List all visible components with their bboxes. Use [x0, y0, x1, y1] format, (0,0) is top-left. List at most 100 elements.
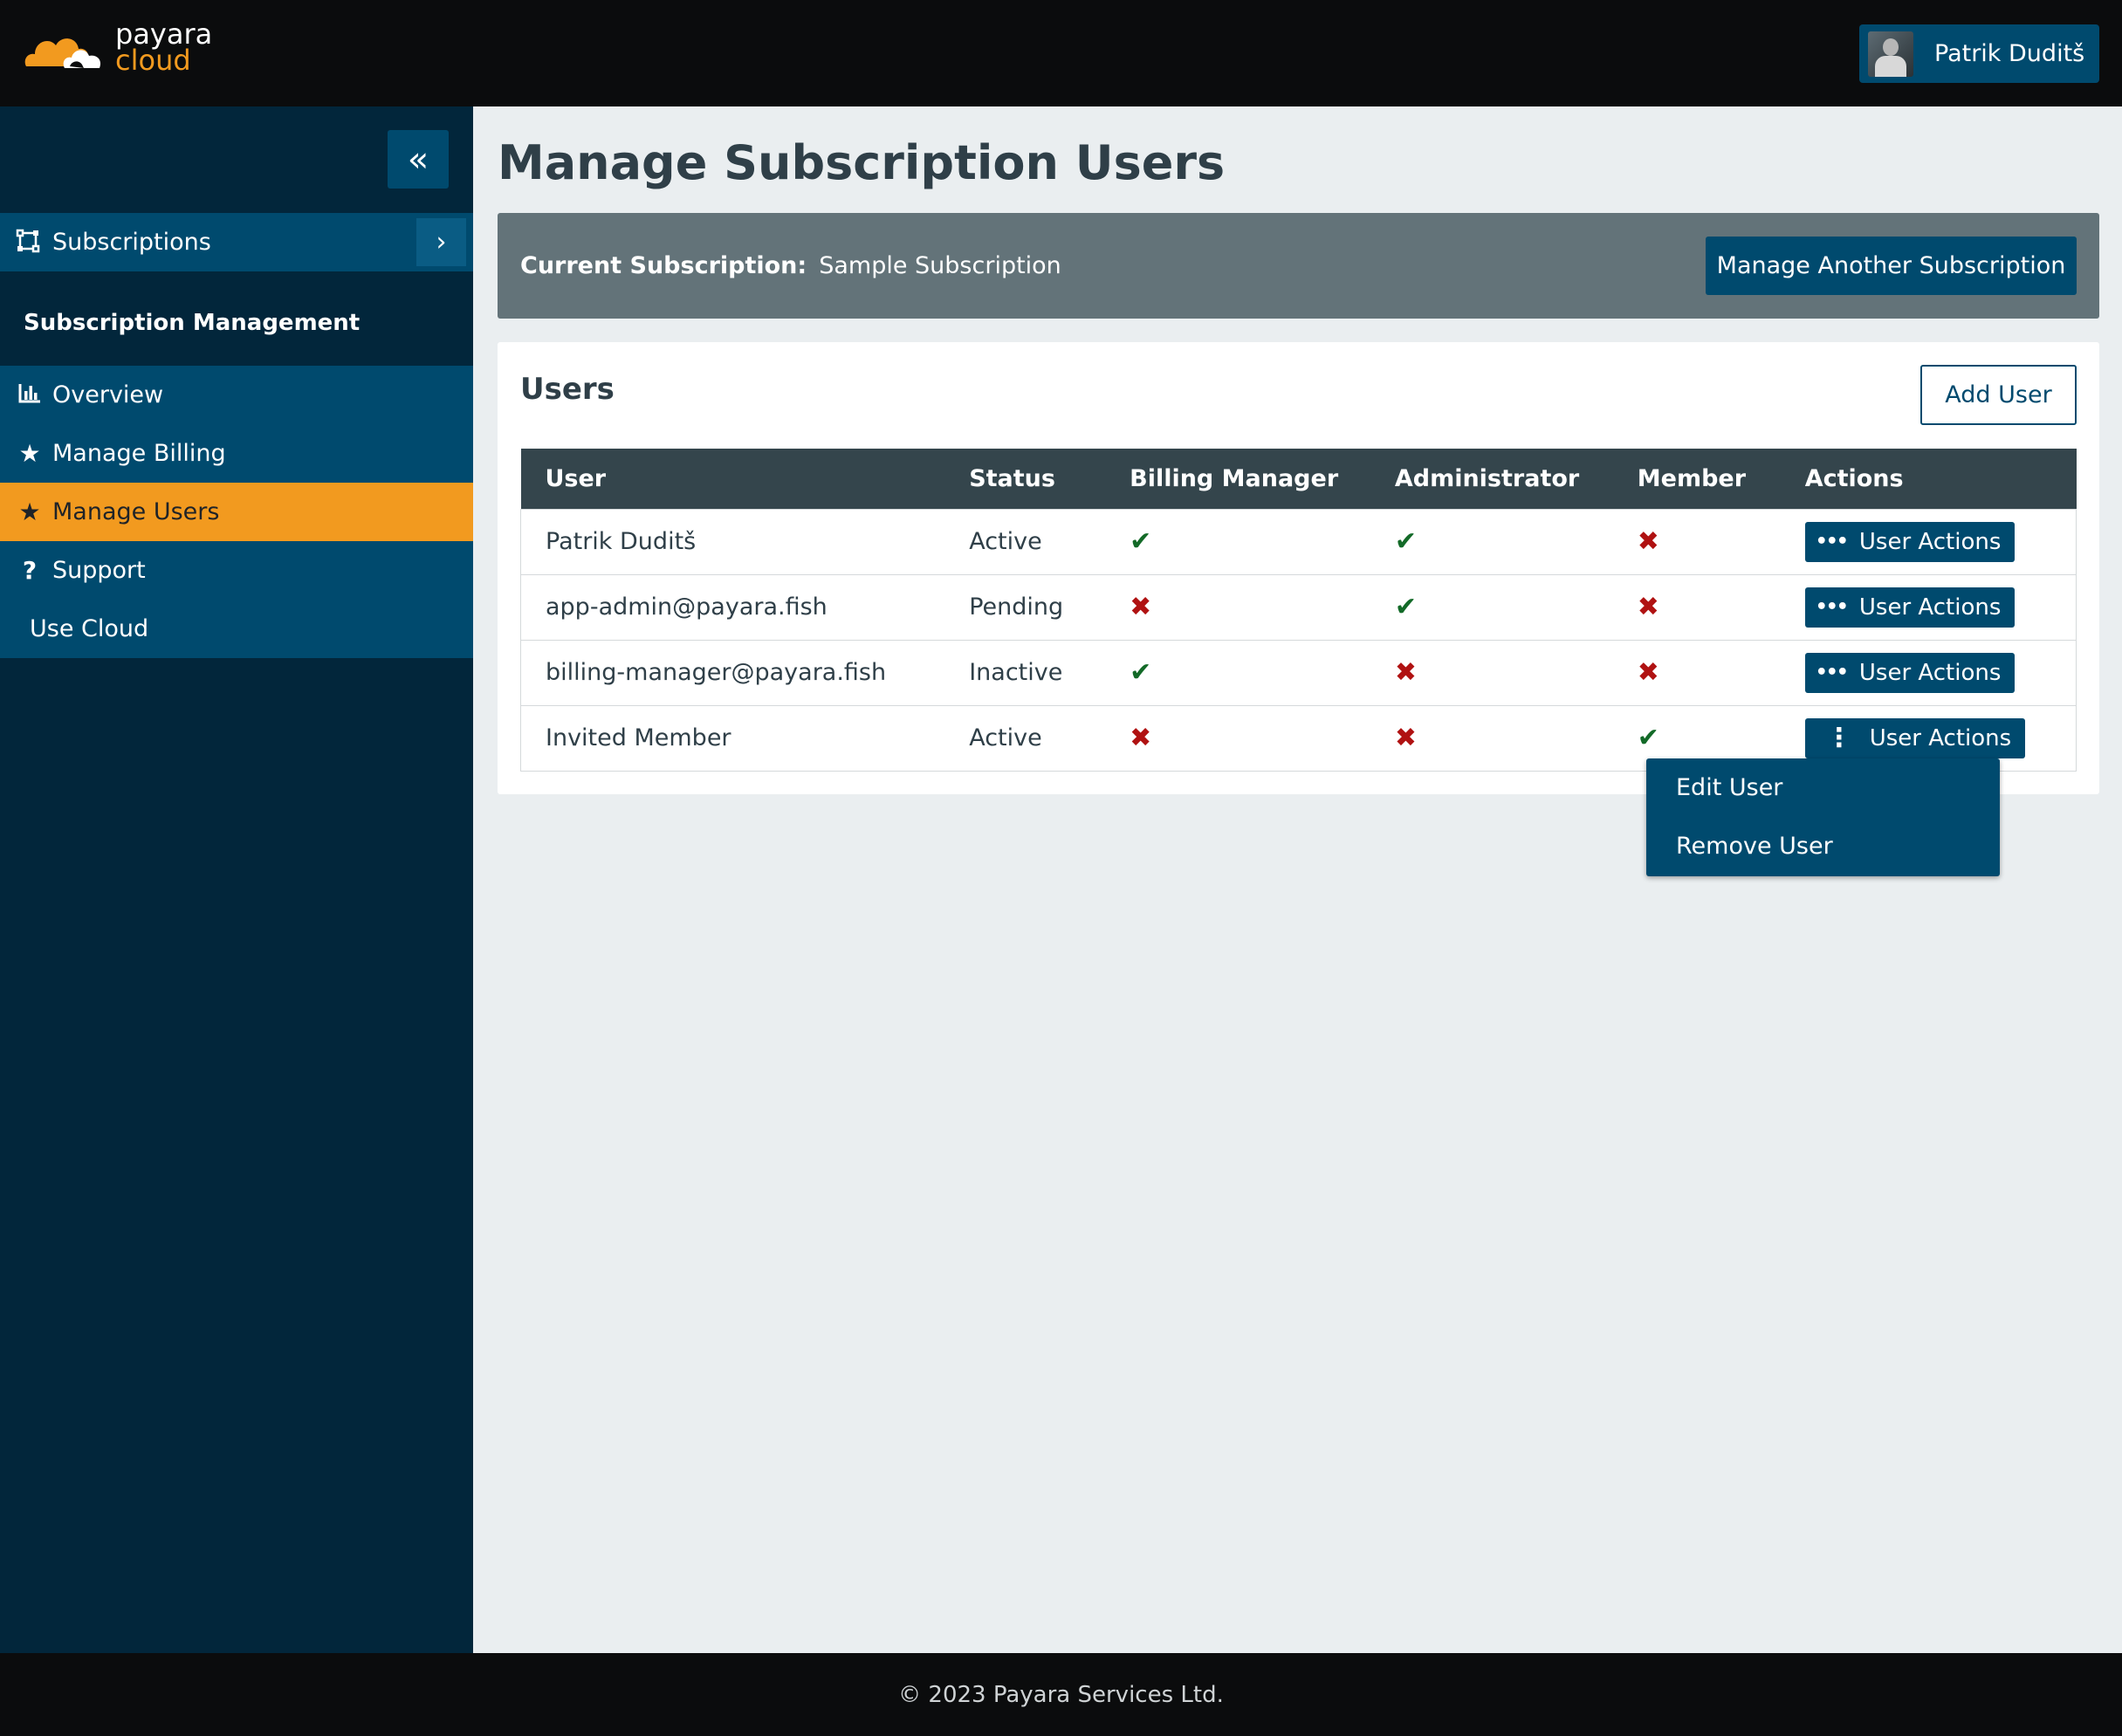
check-icon: ✔: [1394, 592, 1417, 622]
sidebar-item-manage-users[interactable]: ★ Manage Users: [0, 483, 473, 541]
user-cell: Invited Member: [520, 704, 945, 772]
billing-manager-cell: ✖: [1105, 573, 1370, 640]
sidebar-item-label: Manage Users: [52, 498, 220, 525]
sidebar-item-overview[interactable]: Overview: [0, 366, 473, 424]
chevron-right-icon[interactable]: ›: [416, 218, 466, 266]
star-icon: ★: [18, 497, 41, 526]
cross-icon: ✖: [1130, 723, 1152, 753]
sidebar-item-support[interactable]: ? Support: [0, 541, 473, 600]
cloud-logo-icon: [24, 38, 101, 68]
user-cell: billing-manager@payara.fish: [520, 639, 945, 705]
users-card-title: Users: [520, 372, 615, 407]
user-actions-label: User Actions: [1858, 528, 2002, 555]
page-title: Manage Subscription Users: [498, 135, 1226, 190]
cross-icon: ✖: [1637, 657, 1659, 688]
ellipsis-icon: •••: [1815, 596, 1849, 618]
double-chevron-left-icon: «: [407, 139, 429, 180]
cross-icon: ✖: [1394, 723, 1417, 753]
star-icon: ★: [18, 439, 41, 468]
question-icon: ?: [22, 556, 38, 585]
bar-chart-icon: [16, 381, 44, 409]
sidebar-item-manage-billing[interactable]: ★ Manage Billing: [0, 424, 473, 483]
user-menu-button[interactable]: Patrik Duditš: [1859, 24, 2099, 83]
administrator-cell: ✔: [1370, 573, 1613, 640]
user-actions-label: User Actions: [1869, 724, 2012, 751]
member-cell: ✖: [1612, 573, 1781, 640]
sidebar-item-label: Use Cloud: [30, 615, 149, 642]
remove-user-menu-item[interactable]: Remove User: [1646, 817, 2000, 875]
avatar: [1868, 31, 1913, 77]
member-cell: ✖: [1612, 639, 1781, 705]
user-actions-label: User Actions: [1858, 594, 2002, 621]
subscriptions-icon: [16, 229, 44, 257]
footer: © 2023 Payara Services Ltd.: [0, 1653, 2122, 1736]
logo-text-cloud: cloud: [115, 44, 191, 77]
add-user-button[interactable]: Add User: [1920, 365, 2077, 425]
top-header: payara cloud Patrik Duditš: [0, 0, 2122, 106]
billing-manager-cell: ✖: [1105, 704, 1370, 772]
ellipsis-icon: •••: [1815, 662, 1849, 683]
vertical-ellipsis-icon: ⋮: [1825, 723, 1852, 753]
sidebar-item-label: Overview: [52, 381, 164, 408]
footer-copyright: © 2023 Payara Services Ltd.: [898, 1681, 1224, 1708]
column-header-billing-manager[interactable]: Billing Manager: [1105, 449, 1370, 509]
sidebar-section-title: Subscription Management: [24, 310, 361, 336]
payara-logo[interactable]: payara cloud: [23, 20, 212, 77]
check-icon: ✔: [1637, 723, 1659, 753]
cross-icon: ✖: [1637, 592, 1659, 622]
column-header-status[interactable]: Status: [944, 449, 1106, 509]
sidebar-item-label: Subscriptions: [52, 229, 211, 256]
administrator-cell: ✖: [1370, 704, 1613, 772]
manage-another-subscription-button[interactable]: Manage Another Subscription: [1706, 237, 2077, 295]
collapse-sidebar-button[interactable]: «: [388, 130, 449, 189]
administrator-cell: ✖: [1370, 639, 1613, 705]
ellipsis-icon: •••: [1815, 531, 1849, 552]
status-cell: Pending: [944, 573, 1106, 640]
sidebar-item-label: Support: [52, 557, 146, 584]
sidebar: « Subscriptions › Subscription Managemen…: [0, 106, 473, 1653]
table-row: Patrik Duditš Active ✔ ✔ ✖ ••• User Actions: [520, 508, 2077, 574]
billing-manager-cell: ✔: [1105, 639, 1370, 705]
current-subscription-label: Current Subscription:: [520, 252, 807, 279]
cross-icon: ✖: [1394, 657, 1417, 688]
sidebar-item-use-cloud[interactable]: Use Cloud: [0, 600, 473, 658]
current-subscription-bar: Current Subscription: Sample Subscriptio…: [498, 213, 2099, 319]
current-subscription-value: Sample Subscription: [819, 252, 1061, 279]
user-name: Patrik Duditš: [1934, 40, 2085, 67]
user-actions-button[interactable]: ⋮ User Actions: [1804, 717, 2026, 758]
status-cell: Active: [944, 704, 1106, 772]
status-cell: Inactive: [944, 639, 1106, 705]
user-actions-button[interactable]: ••• User Actions: [1804, 587, 2016, 628]
cross-icon: ✖: [1637, 526, 1659, 557]
user-actions-button[interactable]: ••• User Actions: [1804, 652, 2016, 693]
column-header-actions: Actions: [1780, 449, 2077, 509]
table-row: app-admin@payara.fish Pending ✖ ✔ ✖ ••• User A…: [520, 573, 2077, 640]
cross-icon: ✖: [1130, 592, 1152, 622]
actions-cell: ••• User Actions: [1780, 639, 2077, 705]
sidebar-item-subscriptions[interactable]: Subscriptions ›: [0, 213, 473, 271]
users-table: User Status Billing Manager Administrato…: [520, 449, 2077, 772]
member-cell: ✖: [1612, 508, 1781, 574]
column-header-administrator[interactable]: Administrator: [1370, 449, 1613, 509]
user-actions-button[interactable]: ••• User Actions: [1804, 521, 2016, 562]
sidebar-item-label: Manage Billing: [52, 440, 226, 467]
edit-user-menu-item[interactable]: Edit User: [1646, 758, 2000, 817]
users-card: Users Add User User Status Billing Manag…: [498, 342, 2099, 794]
check-icon: ✔: [1394, 526, 1417, 557]
actions-cell: ••• User Actions: [1780, 573, 2077, 640]
check-icon: ✔: [1130, 526, 1152, 557]
sidebar-menu: Overview ★ Manage Billing ★ Manage Users…: [0, 366, 473, 658]
user-actions-dropdown: Edit User Remove User: [1646, 758, 2000, 876]
user-cell: app-admin@payara.fish: [520, 573, 945, 640]
table-header-row: User Status Billing Manager Administrato…: [520, 449, 2077, 509]
status-cell: Active: [944, 508, 1106, 574]
table-row: billing-manager@payara.fish Inactive ✔ ✖ ✖ ••…: [520, 639, 2077, 705]
administrator-cell: ✔: [1370, 508, 1613, 574]
column-header-member[interactable]: Member: [1612, 449, 1781, 509]
billing-manager-cell: ✔: [1105, 508, 1370, 574]
column-header-user[interactable]: User: [520, 449, 945, 509]
user-actions-label: User Actions: [1858, 659, 2002, 686]
user-cell: Patrik Duditš: [520, 508, 945, 574]
actions-cell: ••• User Actions: [1780, 508, 2077, 574]
check-icon: ✔: [1130, 657, 1152, 688]
